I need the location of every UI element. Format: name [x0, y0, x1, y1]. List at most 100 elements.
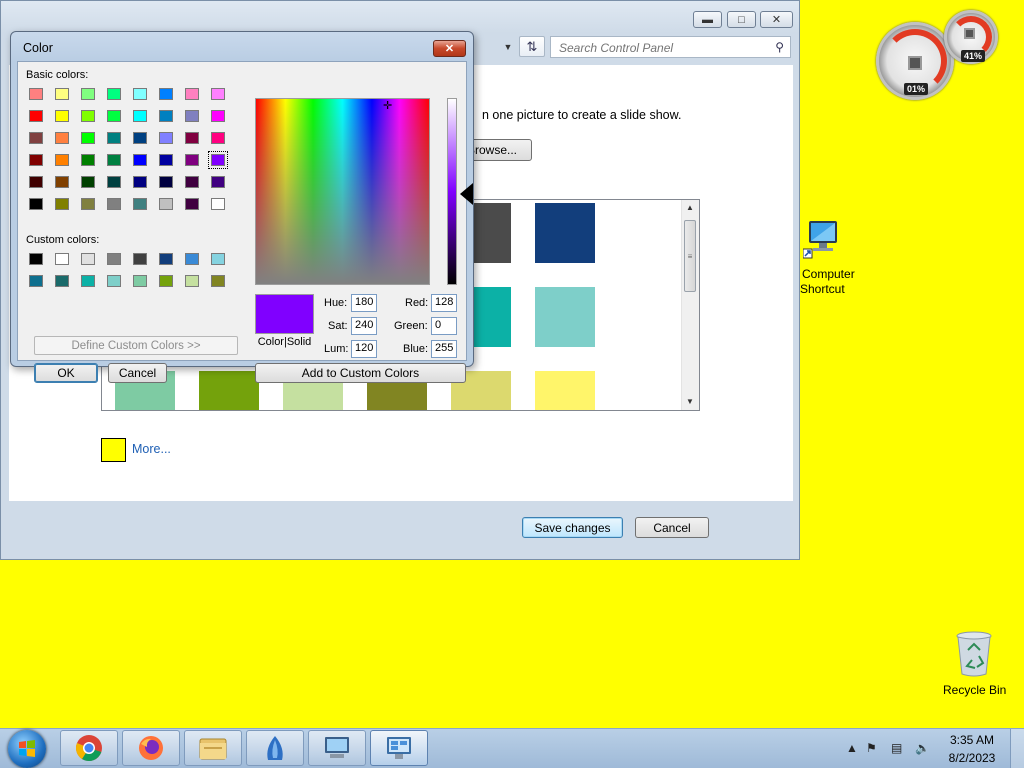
start-button[interactable]	[8, 730, 46, 768]
recycle-bin-icon[interactable]	[955, 630, 993, 678]
more-colors-link[interactable]: More...	[132, 442, 171, 456]
clock-date[interactable]: 8/2/2023	[942, 751, 1002, 765]
close-button[interactable]: ✕	[760, 11, 793, 28]
basic-color-cell[interactable]	[185, 176, 199, 188]
action-center-icon[interactable]: ⚑	[866, 741, 877, 755]
basic-color-cell[interactable]	[107, 132, 121, 144]
custom-color-cell[interactable]	[133, 253, 147, 265]
basic-color-cell[interactable]	[159, 198, 173, 210]
basic-color-cell[interactable]	[29, 176, 43, 188]
basic-color-cell[interactable]	[55, 132, 69, 144]
basic-color-cell[interactable]	[185, 110, 199, 122]
red-field[interactable]: 128	[431, 294, 457, 312]
basic-color-cell[interactable]	[55, 110, 69, 122]
color-swatch[interactable]	[535, 371, 595, 410]
taskbar-app[interactable]	[246, 730, 304, 766]
basic-color-cell[interactable]	[211, 176, 225, 188]
basic-color-cell[interactable]	[159, 110, 173, 122]
color-swatch[interactable]	[535, 203, 595, 263]
basic-color-cell[interactable]	[29, 132, 43, 144]
custom-color-cell[interactable]	[29, 275, 43, 287]
custom-color-cell[interactable]	[211, 253, 225, 265]
basic-color-cell[interactable]	[55, 154, 69, 166]
basic-color-cell[interactable]	[211, 110, 225, 122]
save-changes-button[interactable]: Save changes	[522, 517, 623, 538]
basic-color-cell[interactable]	[29, 88, 43, 100]
cpu-gauge[interactable]: 01%	[876, 22, 954, 100]
basic-color-cell[interactable]	[159, 154, 173, 166]
custom-color-cell[interactable]	[133, 275, 147, 287]
custom-color-cell[interactable]	[55, 253, 69, 265]
custom-color-cell[interactable]	[159, 275, 173, 287]
taskbar-remote-desktop[interactable]	[308, 730, 366, 766]
basic-color-cell[interactable]	[133, 132, 147, 144]
basic-color-cell[interactable]	[55, 88, 69, 100]
basic-color-cell[interactable]	[81, 110, 95, 122]
basic-color-cell[interactable]	[81, 132, 95, 144]
custom-color-cell[interactable]	[107, 275, 121, 287]
basic-color-cell[interactable]	[185, 154, 199, 166]
color-swatch[interactable]	[199, 371, 259, 410]
basic-color-cell[interactable]	[107, 88, 121, 100]
add-to-custom-colors-button[interactable]: Add to Custom Colors	[255, 363, 466, 383]
taskbar-control-panel[interactable]	[370, 730, 428, 766]
memory-gauge[interactable]: 41%	[944, 10, 998, 64]
network-icon[interactable]: ▤	[891, 741, 902, 755]
maximize-button[interactable]: □	[727, 11, 756, 28]
basic-color-cell[interactable]	[133, 88, 147, 100]
blue-field[interactable]: 255	[431, 340, 457, 358]
green-field[interactable]: 0	[431, 317, 457, 335]
basic-color-cell[interactable]	[29, 154, 43, 166]
basic-color-cell[interactable]	[211, 88, 225, 100]
computer-icon[interactable]	[803, 219, 841, 259]
basic-color-cell[interactable]	[81, 88, 95, 100]
address-dropdown-icon[interactable]: ▼	[499, 37, 517, 57]
basic-color-cell[interactable]	[107, 176, 121, 188]
dialog-cancel-button[interactable]: Cancel	[108, 363, 167, 383]
hue-field[interactable]: 180	[351, 294, 377, 312]
custom-color-cell[interactable]	[29, 253, 43, 265]
basic-color-cell[interactable]	[29, 198, 43, 210]
basic-color-cell[interactable]	[159, 132, 173, 144]
search-box[interactable]: ⚲	[550, 36, 791, 58]
taskbar-file-explorer[interactable]	[184, 730, 242, 766]
minimize-button[interactable]: ▬	[693, 11, 722, 28]
taskbar-firefox[interactable]	[122, 730, 180, 766]
basic-color-cell[interactable]	[55, 198, 69, 210]
basic-color-cell[interactable]	[133, 154, 147, 166]
luminosity-pointer-icon[interactable]	[460, 183, 473, 205]
clock-time[interactable]: 3:35 AM	[942, 733, 1002, 747]
luminosity-slider[interactable]	[447, 98, 457, 285]
basic-color-cell[interactable]	[81, 198, 95, 210]
basic-color-cell[interactable]	[133, 176, 147, 188]
custom-color-cell[interactable]	[185, 275, 199, 287]
custom-color-cell[interactable]	[159, 253, 173, 265]
basic-color-cell[interactable]	[185, 198, 199, 210]
basic-color-cell[interactable]	[133, 198, 147, 210]
basic-color-cell[interactable]	[185, 132, 199, 144]
basic-color-cell[interactable]	[107, 154, 121, 166]
basic-color-cell[interactable]	[107, 198, 121, 210]
search-input[interactable]	[557, 38, 771, 58]
custom-color-cell[interactable]	[185, 253, 199, 265]
basic-color-cell[interactable]	[211, 198, 225, 210]
show-hidden-icons-icon[interactable]: ▲	[846, 741, 858, 755]
basic-color-cell[interactable]	[81, 176, 95, 188]
custom-color-cell[interactable]	[107, 253, 121, 265]
show-desktop-button[interactable]	[1010, 729, 1024, 768]
basic-color-cell[interactable]	[81, 154, 95, 166]
scroll-up-icon[interactable]: ▲	[686, 203, 694, 212]
sat-field[interactable]: 240	[351, 317, 377, 335]
basic-color-cell[interactable]	[211, 132, 225, 144]
color-swatch[interactable]	[535, 287, 595, 347]
scroll-down-icon[interactable]: ▼	[686, 397, 694, 406]
scrollbar-thumb[interactable]: ≡	[684, 220, 696, 292]
selected-basic-color-cell[interactable]	[208, 151, 228, 169]
basic-color-cell[interactable]	[159, 176, 173, 188]
basic-color-cell[interactable]	[107, 110, 121, 122]
crosshair-icon[interactable]: ✛	[383, 99, 392, 112]
volume-icon[interactable]: 🔈	[915, 741, 930, 755]
basic-color-cell[interactable]	[55, 176, 69, 188]
vertical-scrollbar[interactable]: ▲ ≡ ▼	[681, 200, 699, 410]
custom-color-cell[interactable]	[211, 275, 225, 287]
